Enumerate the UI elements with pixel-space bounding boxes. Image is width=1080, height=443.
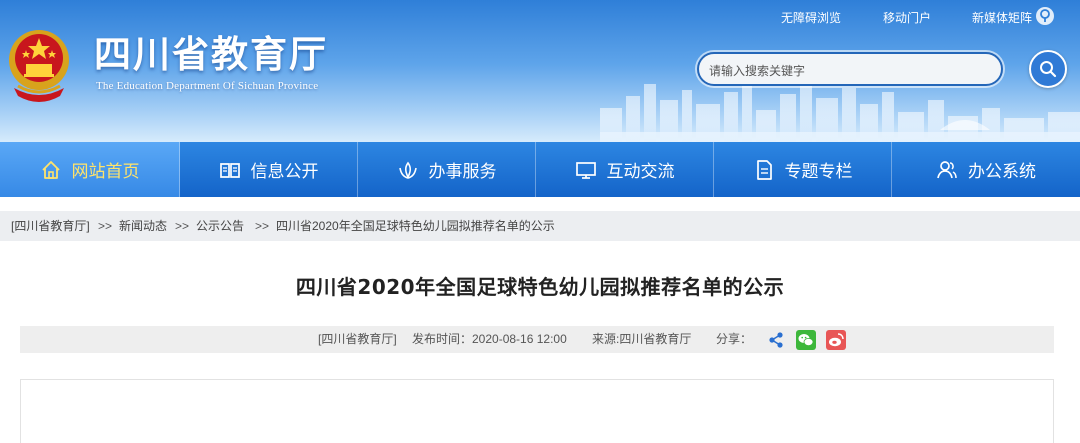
nav-item-special-topics[interactable]: 专题专栏 xyxy=(714,142,892,197)
breadcrumb-item-current: 四川省2020年全国足球特色幼儿园拟推荐名单的公示 xyxy=(276,219,555,233)
home-icon xyxy=(41,160,60,179)
breadcrumb-item-news[interactable]: 新闻动态 xyxy=(119,211,167,241)
users-icon xyxy=(937,160,957,178)
nav-item-label: 网站首页 xyxy=(71,162,140,182)
meta-site: [四川省教育厅] xyxy=(318,332,397,346)
document-icon xyxy=(756,159,772,180)
nav-item-label: 互动交流 xyxy=(606,162,675,182)
weibo-icon[interactable] xyxy=(826,330,846,350)
site-title: 四川省教育厅 xyxy=(94,32,328,76)
site-subtitle: The Education Department Of Sichuan Prov… xyxy=(96,80,319,92)
breadcrumb-item-home[interactable]: [四川省教育厅] xyxy=(11,211,90,241)
article-title: 四川省2020年全国足球特色幼儿园拟推荐名单的公示 xyxy=(295,275,785,299)
breadcrumb: [四川省教育厅] >> 新闻动态 >> 公示公告 >> 四川省2020年全国足球… xyxy=(0,211,1080,241)
service-icon xyxy=(398,161,417,179)
search-button[interactable] xyxy=(1029,50,1067,88)
nav-item-label: 信息公开 xyxy=(250,162,319,182)
main-navigation: 网站首页 信息公开 办事服务 互动交流 专题专栏 办公系统 xyxy=(0,142,1080,197)
search-input[interactable] xyxy=(707,60,996,82)
article-meta-bar: [四川省教育厅] 发布时间：2020-08-16 12:00 来源:四川省教育厅… xyxy=(20,326,1054,353)
nav-item-office-system[interactable]: 办公系统 xyxy=(892,142,1080,197)
share-label: 分享： xyxy=(716,332,753,346)
wechat-icon[interactable] xyxy=(796,330,816,350)
site-header: 四川省教育厅 The Education Department Of Sichu… xyxy=(0,0,1080,142)
monitor-icon xyxy=(575,161,596,179)
nav-item-label: 办事服务 xyxy=(428,162,497,182)
meta-publish-time: 发布时间：2020-08-16 12:00 xyxy=(412,332,567,346)
nav-item-info-disclosure[interactable]: 信息公开 xyxy=(180,142,358,197)
accessibility-link[interactable]: 无障碍浏览 xyxy=(781,9,841,26)
share-icon[interactable] xyxy=(766,330,786,350)
book-icon xyxy=(219,162,240,178)
breadcrumb-separator: >> xyxy=(255,219,270,233)
national-emblem-logo xyxy=(9,30,69,102)
meta-source: 来源:四川省教育厅 xyxy=(592,332,692,346)
article-content-area xyxy=(20,379,1054,443)
new-media-matrix-link[interactable]: 新媒体矩阵 xyxy=(972,9,1032,26)
nav-item-home[interactable]: 网站首页 xyxy=(0,142,180,197)
breadcrumb-separator: >> xyxy=(175,219,190,233)
nav-item-services[interactable]: 办事服务 xyxy=(358,142,536,197)
nav-item-label: 办公系统 xyxy=(968,162,1036,182)
nav-item-label: 专题专栏 xyxy=(784,162,853,182)
breadcrumb-separator: >> xyxy=(98,219,113,233)
mobile-portal-link[interactable]: 移动门户 xyxy=(883,9,931,26)
nav-item-interaction[interactable]: 互动交流 xyxy=(536,142,714,197)
new-media-icon[interactable] xyxy=(1035,6,1055,26)
search-icon xyxy=(1040,61,1057,78)
search-box xyxy=(697,52,1003,86)
breadcrumb-item-notices[interactable]: 公示公告 xyxy=(196,211,244,241)
